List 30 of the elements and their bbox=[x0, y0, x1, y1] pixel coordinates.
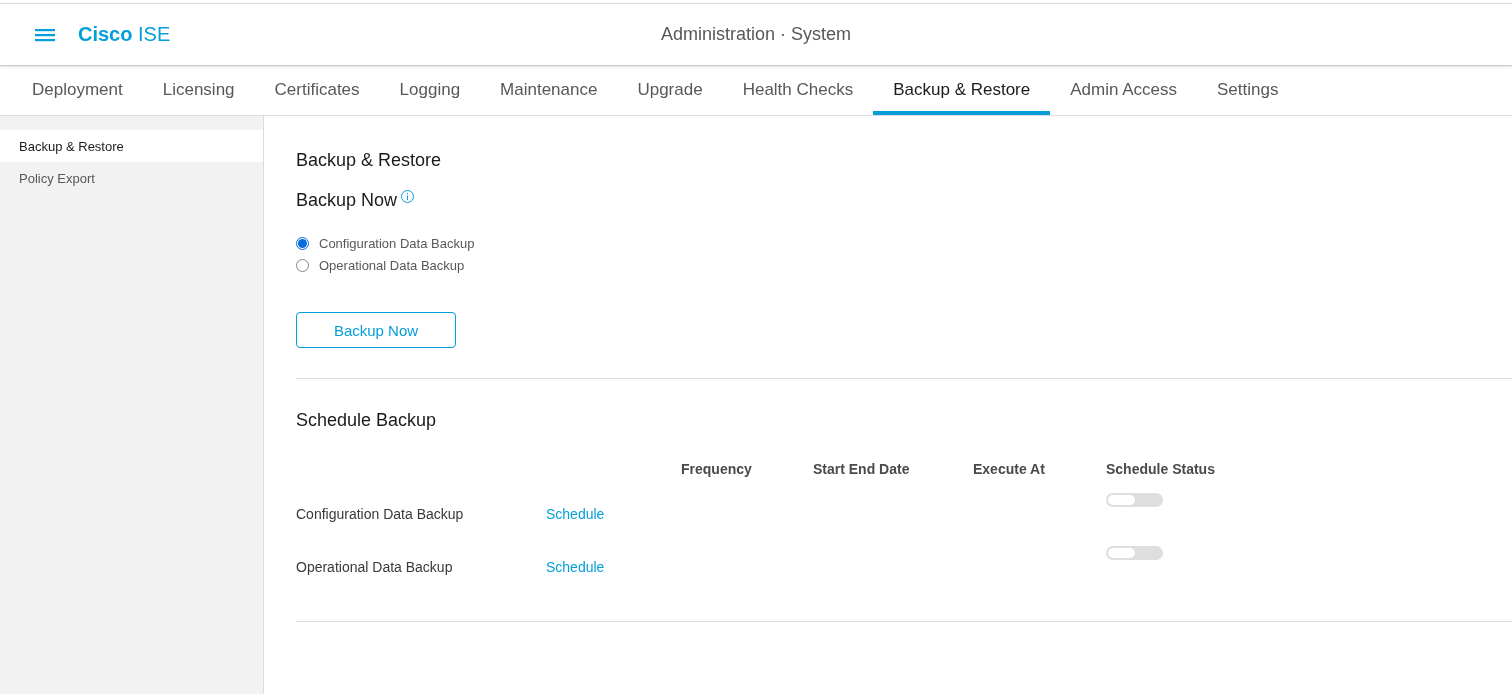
sidebar-item[interactable]: Policy Export bbox=[0, 162, 263, 194]
info-icon[interactable] bbox=[401, 190, 415, 203]
nav-tab[interactable]: Backup & Restore bbox=[873, 66, 1051, 115]
sidebar-item[interactable]: Backup & Restore bbox=[0, 130, 263, 162]
page-title: Backup & Restore bbox=[296, 150, 443, 171]
radio-label[interactable]: Operational Data Backup bbox=[319, 258, 465, 273]
row-label: Configuration Data Backup bbox=[296, 506, 464, 522]
section-heading: Schedule Backup bbox=[296, 410, 438, 431]
nav-tab[interactable]: Deployment bbox=[12, 66, 143, 115]
radio-button[interactable] bbox=[296, 237, 309, 250]
column-header: Execute At bbox=[973, 461, 1045, 477]
nav-tab[interactable]: Licensing bbox=[142, 66, 255, 115]
radio-label[interactable]: Configuration Data Backup bbox=[319, 236, 475, 251]
toggle-switch[interactable] bbox=[1106, 493, 1163, 507]
page-header-title: Administration · System bbox=[660, 24, 852, 44]
toggle-switch[interactable] bbox=[1106, 546, 1163, 560]
nav-tab[interactable]: Admin Access bbox=[1050, 66, 1197, 115]
nav-tab[interactable]: Settings bbox=[1197, 66, 1299, 115]
row-label: Operational Data Backup bbox=[296, 559, 453, 575]
radio-button[interactable] bbox=[296, 259, 309, 272]
nav-tab[interactable]: Upgrade bbox=[617, 66, 723, 115]
nav-tab[interactable]: Logging bbox=[379, 66, 481, 115]
column-header: Start End Date bbox=[813, 461, 910, 477]
nav-tab[interactable]: Certificates bbox=[254, 66, 380, 115]
column-header: Schedule Status bbox=[1106, 461, 1215, 477]
column-header: Frequency bbox=[681, 461, 752, 477]
nav-tab[interactable]: Health Checks bbox=[722, 66, 874, 115]
nav-tab[interactable]: Maintenance bbox=[480, 66, 618, 115]
menu-icon[interactable] bbox=[35, 27, 55, 42]
section-heading: Backup Now bbox=[296, 190, 398, 211]
